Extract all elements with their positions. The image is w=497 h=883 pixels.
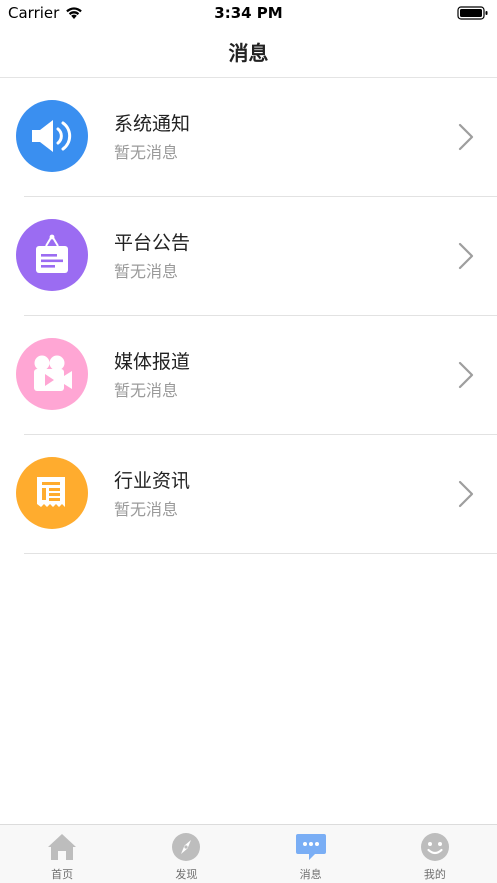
chevron-right-icon — [458, 242, 474, 270]
carrier-label: Carrier — [8, 4, 60, 22]
list-item-media-report[interactable]: 媒体报道 暂无消息 — [0, 316, 497, 435]
list-item-system-notice[interactable]: 系统通知 暂无消息 — [0, 78, 497, 197]
tab-label: 发现 — [175, 868, 198, 881]
item-title: 媒体报道 — [114, 351, 191, 373]
nav-bar: 消息 — [0, 26, 497, 78]
item-title: 平台公告 — [114, 232, 191, 254]
item-subtitle: 暂无消息 — [114, 500, 179, 519]
tab-home[interactable]: 首页 — [0, 825, 124, 883]
chat-bubble-icon — [295, 832, 327, 862]
tab-label: 消息 — [299, 868, 322, 881]
tab-bar: 首页 发现 消息 我的 — [0, 824, 497, 883]
wifi-icon — [66, 7, 83, 19]
notice-board-icon — [36, 234, 68, 273]
item-subtitle: 暂无消息 — [114, 143, 179, 162]
chevron-right-icon — [458, 123, 474, 151]
status-left: Carrier — [8, 4, 83, 22]
list-item-industry-news[interactable]: 行业资讯 暂无消息 — [0, 435, 497, 554]
page-title: 消息 — [228, 41, 269, 65]
platform-announcement-avatar — [16, 219, 88, 291]
compass-icon — [170, 832, 202, 862]
speaker-icon — [32, 120, 72, 152]
list-item-platform-announcement[interactable]: 平台公告 暂无消息 — [0, 197, 497, 316]
system-notice-avatar — [16, 100, 88, 172]
video-camera-icon — [34, 355, 72, 391]
industry-news-avatar — [16, 457, 88, 529]
media-report-avatar — [16, 338, 88, 410]
item-title: 系统通知 — [114, 113, 191, 135]
tab-messages[interactable]: 消息 — [249, 825, 373, 883]
tab-mine[interactable]: 我的 — [373, 825, 497, 883]
item-subtitle: 暂无消息 — [114, 381, 179, 400]
system-notice-texts: 系统通知 暂无消息 — [114, 112, 190, 163]
home-icon — [46, 832, 78, 862]
newspaper-icon — [37, 477, 65, 507]
tab-discover[interactable]: 发现 — [124, 825, 248, 883]
tab-label: 我的 — [423, 868, 446, 881]
platform-announcement-texts: 平台公告 暂无消息 — [114, 231, 190, 282]
message-list: 系统通知 暂无消息 平台公告 暂无消息 媒体报道 暂无消息 行业资讯 暂无消息 — [0, 78, 497, 554]
item-title: 行业资讯 — [114, 470, 191, 492]
industry-news-texts: 行业资讯 暂无消息 — [114, 469, 190, 520]
chevron-right-icon — [458, 480, 474, 508]
media-report-texts: 媒体报道 暂无消息 — [114, 350, 190, 401]
item-subtitle: 暂无消息 — [114, 262, 179, 281]
tab-label: 首页 — [51, 868, 74, 881]
chevron-right-icon — [458, 361, 474, 389]
status-bar: Carrier 3:34 PM — [0, 0, 497, 26]
smiley-face-icon — [419, 832, 451, 862]
battery-icon — [457, 6, 488, 20]
